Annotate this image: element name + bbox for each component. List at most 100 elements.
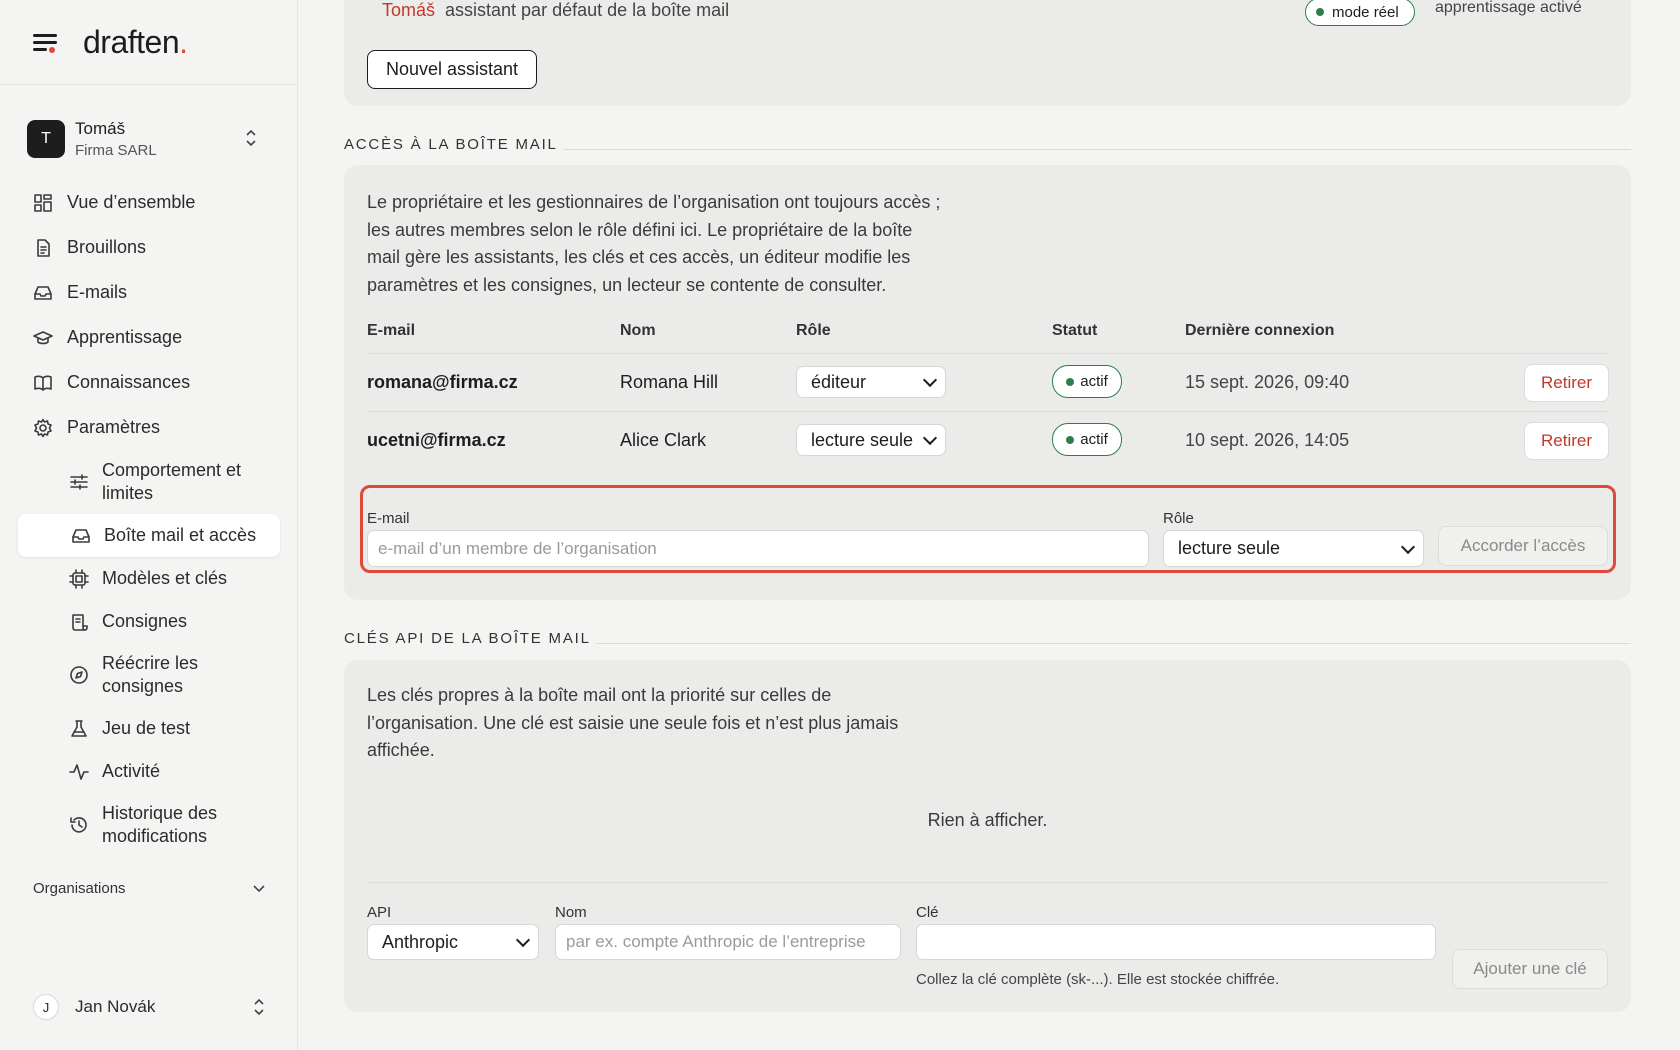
chevron-down-icon (253, 884, 265, 892)
key-input[interactable] (916, 924, 1436, 960)
remove-access-button[interactable]: Retirer (1524, 422, 1609, 460)
chevron-updown-icon (254, 998, 264, 1016)
email-input[interactable]: e-mail d’un membre de l’organisation (367, 530, 1149, 567)
description-line: affichée. (367, 740, 435, 760)
name-label: Nom (555, 904, 587, 921)
cpu-icon (69, 568, 89, 589)
description-line: les autres membres selon le rôle défini … (367, 219, 913, 240)
sidebar-item-emails[interactable]: E-mails (18, 270, 280, 315)
activity-icon (69, 763, 89, 780)
api-keys-section-title: CLÉS API DE LA BOÎTE MAIL (344, 630, 591, 647)
chevron-down-icon (515, 932, 531, 948)
status-badge: actif (1052, 423, 1122, 456)
sidebar-item-instructions[interactable]: Consignes (68, 600, 280, 643)
sidebar-item-behavior[interactable]: Comportement et limites (68, 450, 280, 514)
sidebar-item-label: Connaissances (67, 372, 191, 392)
description-line: paramètres et les consignes, un lecteur … (367, 274, 887, 295)
member-name: Romana Hill (620, 372, 719, 392)
account-switcher[interactable]: T Tomáš Firma SARL (27, 117, 277, 161)
account-name: Tomáš (75, 119, 126, 138)
add-key-button[interactable]: Ajouter une clé (1452, 949, 1608, 989)
assistant-row[interactable]: Tomáš assistant par défaut de la boîte ma… (382, 0, 729, 21)
empty-state: Rien à afficher. (927, 810, 1048, 830)
api-provider-value: Anthropic (382, 931, 459, 952)
status-badge: actif (1052, 365, 1122, 398)
remove-access-button[interactable]: Retirer (1524, 364, 1609, 402)
sidebar-item-history[interactable]: Historique des modifications (68, 793, 280, 857)
scroll-icon (72, 613, 88, 631)
user-menu[interactable]: J Jan Novák (33, 994, 265, 1020)
key-name-input[interactable]: par ex. compte Anthropic de l’entreprise (555, 924, 901, 960)
sidebar: draften. T Tomáš Firma SARL Vue d’ensemb… (0, 0, 298, 1050)
divider (367, 882, 1608, 883)
access-section-title: ACCÈS À LA BOÎTE MAIL (344, 136, 558, 153)
gear-icon (34, 418, 52, 437)
sidebar-item-label: Activité (102, 761, 161, 781)
role-select[interactable]: éditeur (796, 366, 946, 398)
sidebar-item-rewrite[interactable]: Réécrire les consignes (68, 643, 280, 707)
column-header-last-login: Dernière connexion (1185, 322, 1335, 339)
history-icon (70, 817, 87, 833)
graduation-cap-icon (33, 330, 53, 344)
compass-icon (70, 666, 88, 684)
user-name: Jan Novák (75, 997, 156, 1016)
column-header-name: Nom (620, 322, 656, 339)
sidebar-item-label: Jeu de test (102, 718, 191, 738)
last-login: 15 sept. 2026, 09:40 (1185, 372, 1350, 392)
flask-icon (71, 719, 87, 737)
last-login: 10 sept. 2026, 14:05 (1185, 430, 1350, 450)
sidebar-item-label: Consignes (102, 611, 188, 631)
api-keys-card: Les clés propres à la boîte mail ont la … (344, 660, 1631, 1012)
sidebar-item-label: Modèles et clés (102, 568, 228, 588)
new-assistant-button[interactable]: Nouvel assistant (367, 50, 537, 89)
logo[interactable]: draften. (83, 24, 188, 61)
access-card: Le propriétaire et les gestionnaires de … (344, 165, 1631, 600)
organizations-toggle[interactable]: Organisations (33, 880, 265, 897)
sidebar-item-label: Paramètres (67, 417, 161, 437)
book-icon (34, 375, 52, 391)
sidebar-item-label: Apprentissage (67, 327, 183, 347)
sidebar-item-overview[interactable]: Vue d’ensemble (18, 180, 280, 225)
main-content: Tomáš assistant par défaut de la boîte ma… (298, 0, 1680, 1050)
status-label: actif (1080, 373, 1108, 390)
access-description: Le propriétaire et les gestionnaires de … (367, 189, 940, 299)
sidebar-item-label: Historique des modifications (102, 803, 218, 846)
sidebar-item-activity[interactable]: Activité (68, 750, 280, 793)
sidebar-item-knowledge[interactable]: Connaissances (18, 360, 280, 405)
brand-bar: draften. (0, 0, 297, 85)
column-header-role: Rôle (796, 322, 831, 339)
menu-icon[interactable] (33, 32, 59, 53)
sidebar-item-models[interactable]: Modèles et clés (68, 557, 280, 600)
sidebar-item-label: E-mails (67, 282, 128, 302)
column-header-email: E-mail (367, 322, 416, 339)
status-dot (1316, 8, 1324, 16)
sidebar-nav: Vue d’ensemble Brouillons E-mails Appren… (18, 180, 280, 857)
chevron-down-icon (922, 430, 938, 446)
description-line: l’organisation. Une clé est saisie une s… (367, 712, 899, 733)
grant-access-button[interactable]: Accorder l’accès (1438, 526, 1608, 566)
grid-icon (34, 193, 52, 212)
sidebar-item-drafts[interactable]: Brouillons (18, 225, 280, 270)
role-label: Rôle (1163, 510, 1194, 527)
mode-pill: mode réel (1305, 0, 1415, 26)
sidebar-item-label: Boîte mail et accès (104, 525, 257, 545)
inbox-icon (34, 285, 52, 300)
api-provider-select[interactable]: Anthropic (367, 924, 539, 960)
role-select[interactable]: lecture seule (796, 424, 946, 456)
chevron-updown-icon (246, 129, 256, 147)
role-select[interactable]: lecture seule (1163, 530, 1424, 567)
document-icon (37, 238, 50, 257)
sidebar-item-learning[interactable]: Apprentissage (18, 315, 280, 360)
account-org: Firma SARL (75, 142, 157, 159)
column-header-status: Statut (1052, 322, 1098, 339)
sidebar-item-mailbox[interactable]: Boîte mail et accès (18, 514, 280, 557)
status-dot (1066, 435, 1075, 444)
chevron-down-icon (922, 372, 938, 388)
mode-pill-label: mode réel (1332, 3, 1399, 21)
divider (367, 353, 1608, 354)
status-dot (1066, 377, 1075, 386)
sidebar-item-testset[interactable]: Jeu de test (68, 707, 280, 750)
member-email: ucetni@firma.cz (367, 430, 506, 450)
status-label: actif (1080, 431, 1108, 448)
sidebar-item-settings[interactable]: Paramètres (18, 405, 280, 450)
